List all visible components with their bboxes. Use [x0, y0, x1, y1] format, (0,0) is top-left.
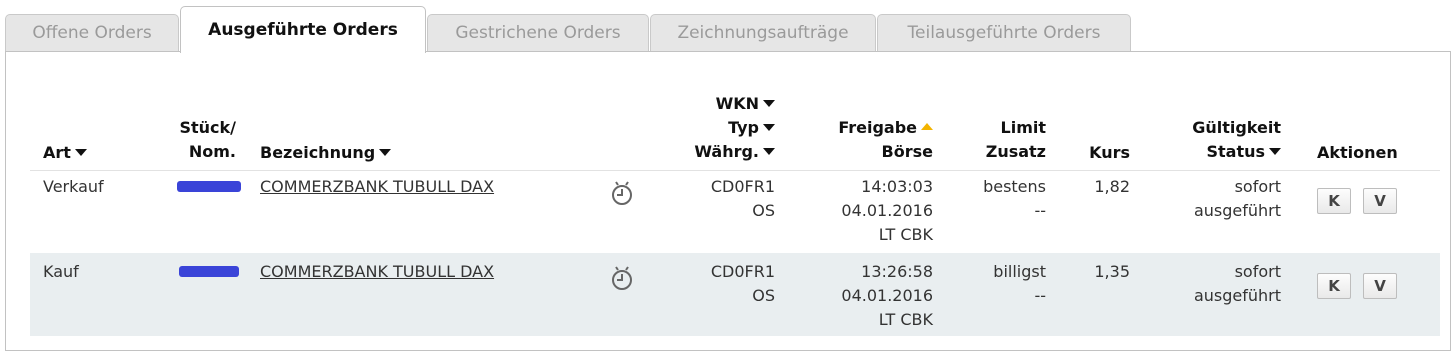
sort-up-active-icon: [921, 123, 933, 130]
header-limit-zusatz: Limit Zusatz: [950, 116, 1046, 164]
header-kurs: Kurs: [1089, 143, 1130, 162]
cell-status-value: ausgeführt: [1193, 201, 1281, 220]
header-freigabe-boerse: Freigabe Börse: [790, 116, 933, 164]
header-stueck-nom: Stück/ Nom.: [150, 116, 236, 164]
cell-kurs: 1,35: [1094, 262, 1130, 281]
clock-icon[interactable]: [609, 263, 635, 293]
sort-down-icon: [763, 100, 775, 107]
cell-zusatz: --: [1034, 286, 1046, 305]
cell-status: sofort ausgeführt: [1140, 260, 1281, 308]
instrument-link[interactable]: COMMERZBANK TUBULL DAX: [260, 175, 494, 199]
header-waehrung-label: Währg.: [694, 142, 759, 161]
cell-limit: billigst --: [950, 260, 1046, 308]
cell-wkn: CD0FR1: [710, 262, 775, 281]
verkaufen-button[interactable]: V: [1363, 273, 1397, 299]
sort-down-icon: [74, 149, 87, 156]
header-freigabe-label: Freigabe: [838, 118, 917, 137]
sort-down-icon: [763, 124, 775, 131]
header-wkn-label: WKN: [715, 94, 759, 113]
header-status-label: Status: [1206, 142, 1265, 161]
cell-zeit: 14:03:03: [861, 177, 933, 196]
clock-icon[interactable]: [609, 178, 635, 208]
header-bezeichnung-label: Bezeichnung: [260, 143, 376, 162]
sort-down-icon: [379, 149, 392, 156]
header-zusatz-label: Zusatz: [985, 142, 1046, 161]
cell-art: Verkauf: [43, 177, 104, 196]
header-typ[interactable]: Typ: [640, 116, 775, 140]
cell-status-value: ausgeführt: [1193, 286, 1281, 305]
cell-datum: 04.01.2016: [841, 201, 933, 220]
header-art[interactable]: Art: [43, 141, 87, 165]
header-limit-label: Limit: [1000, 118, 1046, 137]
header-bezeichnung[interactable]: Bezeichnung: [260, 141, 392, 165]
verkaufen-button[interactable]: V: [1363, 188, 1397, 214]
instrument-link[interactable]: COMMERZBANK TUBULL DAX: [260, 260, 494, 284]
header-wkn[interactable]: WKN: [640, 92, 775, 116]
cell-zeit: 13:26:58: [861, 262, 933, 281]
header-stueck-label: Stück/: [179, 118, 236, 137]
cell-freigabe: 14:03:03 04.01.2016 LT CBK: [790, 175, 933, 247]
header-gueltigkeit-status: Gültigkeit Status: [1140, 116, 1281, 164]
cell-limit-value: bestens: [983, 177, 1046, 196]
cell-boerse: LT CBK: [878, 225, 933, 244]
header-nom-label: Nom.: [188, 142, 236, 161]
header-wkn-typ-waehrung: WKN Typ Währg.: [640, 92, 775, 164]
kaufen-button[interactable]: K: [1317, 188, 1351, 214]
cell-status: sofort ausgeführt: [1140, 175, 1281, 223]
cell-gueltigkeit: sofort: [1234, 262, 1281, 281]
header-gueltigkeit-label: Gültigkeit: [1192, 118, 1281, 137]
redacted-quantity: [179, 266, 239, 277]
sort-down-icon: [1269, 148, 1281, 155]
cell-datum: 04.01.2016: [841, 286, 933, 305]
row-divider: [30, 170, 1440, 171]
cell-wkn-typ: CD0FR1 OS: [640, 175, 775, 223]
redacted-quantity: [177, 181, 241, 192]
cell-gueltigkeit: sofort: [1234, 177, 1281, 196]
cell-art: Kauf: [43, 262, 79, 281]
cell-boerse: LT CBK: [878, 310, 933, 329]
cell-freigabe: 13:26:58 04.01.2016 LT CBK: [790, 260, 933, 332]
sort-down-icon: [763, 148, 775, 155]
cell-wkn: CD0FR1: [710, 177, 775, 196]
cell-typ: OS: [752, 286, 775, 305]
header-typ-label: Typ: [728, 118, 759, 137]
cell-typ: OS: [752, 201, 775, 220]
header-waehrung[interactable]: Währg.: [640, 140, 775, 164]
cell-zusatz: --: [1034, 201, 1046, 220]
header-boerse-label: Börse: [881, 142, 933, 161]
header-art-label: Art: [43, 143, 71, 162]
header-freigabe[interactable]: Freigabe: [790, 116, 933, 140]
cell-limit: bestens --: [950, 175, 1046, 223]
cell-limit-value: billigst: [993, 262, 1046, 281]
kaufen-button[interactable]: K: [1317, 273, 1351, 299]
header-status[interactable]: Status: [1140, 140, 1281, 164]
cell-wkn-typ: CD0FR1 OS: [640, 260, 775, 308]
orders-table: Art Stück/ Nom. Bezeichnung WKN Typ Währ…: [0, 0, 1456, 341]
cell-kurs: 1,82: [1094, 177, 1130, 196]
header-aktionen: Aktionen: [1317, 143, 1398, 162]
